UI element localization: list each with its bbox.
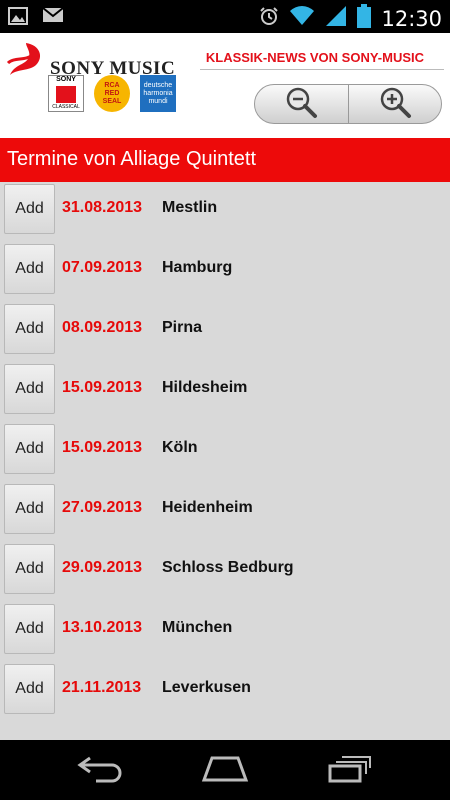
event-city: Pirna	[162, 319, 203, 336]
event-date: 08.09.2013	[62, 319, 143, 336]
event-row: Add 29.09.2013 Schloss Bedburg	[0, 542, 450, 602]
event-row: Add 07.09.2013 Hamburg	[0, 242, 450, 302]
event-city: Leverkusen	[162, 679, 251, 696]
event-row: Add 31.08.2013 Mestlin	[0, 182, 450, 242]
navigation-bar	[0, 740, 450, 800]
zoom-in-button[interactable]	[349, 85, 442, 123]
event-city: München	[162, 619, 233, 636]
event-city: Heidenheim	[162, 499, 253, 516]
status-bar: 12:30	[0, 0, 450, 33]
event-date: 27.09.2013	[62, 499, 143, 516]
clock: 12:30	[381, 6, 442, 31]
classical-label-text: CLASSICAL	[52, 104, 80, 110]
event-date: 15.09.2013	[62, 439, 143, 456]
event-row: Add 15.09.2013 Hildesheim	[0, 362, 450, 422]
add-button[interactable]: Add	[4, 364, 55, 414]
app-header: SONY MUSIC KLASSIK-NEWS VON SONY-MUSIC S…	[0, 33, 450, 138]
wifi-icon	[289, 5, 315, 32]
rca-red-seal-logo[interactable]: RCA RED SEAL	[94, 75, 130, 112]
tagline: KLASSIK-NEWS VON SONY-MUSIC	[205, 50, 424, 65]
alarm-icon	[259, 6, 279, 31]
event-row: Add 27.09.2013 Heidenheim	[0, 482, 450, 542]
add-button[interactable]: Add	[4, 184, 55, 234]
header-divider	[200, 69, 444, 70]
image-icon	[8, 6, 28, 31]
event-date: 15.09.2013	[62, 379, 143, 396]
event-row: Add 08.09.2013 Pirna	[0, 302, 450, 362]
event-date: 21.11.2013	[62, 679, 142, 696]
add-button[interactable]: Add	[4, 604, 55, 654]
event-date: 13.10.2013	[62, 619, 143, 636]
event-city: Hildesheim	[162, 379, 248, 396]
add-button[interactable]: Add	[4, 664, 55, 714]
page-title: Termine von Alliage Quintett	[7, 148, 257, 170]
back-icon[interactable]	[76, 754, 124, 789]
event-list[interactable]: Add 31.08.2013 Mestlin Add 07.09.2013 Ha…	[0, 182, 450, 740]
mail-icon	[42, 6, 64, 31]
event-row: Add 15.09.2013 Köln	[0, 422, 450, 482]
event-date: 07.09.2013	[62, 259, 143, 276]
add-button[interactable]: Add	[4, 304, 55, 354]
zoom-control	[254, 84, 442, 124]
dhm-label-text: deutsche harmonia mundi	[143, 81, 173, 105]
recent-apps-icon[interactable]	[326, 754, 374, 789]
deutsche-harmonia-mundi-logo[interactable]: deutsche harmonia mundi	[140, 75, 176, 112]
add-button[interactable]: Add	[4, 544, 55, 594]
battery-icon	[357, 4, 372, 33]
event-date: 31.08.2013	[62, 199, 143, 216]
event-city: Mestlin	[162, 199, 218, 216]
event-row: Add 13.10.2013 München	[0, 602, 450, 662]
sony-label-text: SONY	[56, 76, 76, 83]
title-bar: Termine von Alliage Quintett	[0, 138, 450, 182]
zoom-out-icon	[284, 85, 318, 123]
add-button[interactable]: Add	[4, 424, 55, 474]
sony-classical-logo[interactable]: SONY CLASSICAL	[48, 75, 84, 112]
zoom-in-icon	[378, 85, 412, 123]
add-button[interactable]: Add	[4, 484, 55, 534]
sony-music-logo-icon	[6, 39, 46, 84]
event-city: Hamburg	[162, 259, 233, 276]
zoom-out-button[interactable]	[255, 85, 348, 123]
signal-icon	[325, 5, 347, 32]
event-row: Add 21.11.2013 Leverkusen	[0, 662, 450, 722]
sony-classical-mark-icon	[56, 86, 76, 103]
event-city: Köln	[162, 439, 198, 456]
rca-label-text: RCA RED SEAL	[102, 81, 122, 105]
event-city: Schloss Bedburg	[162, 559, 294, 576]
add-button[interactable]: Add	[4, 244, 55, 294]
label-logos: SONY CLASSICAL RCA RED SEAL deutsche harmon…	[48, 75, 176, 112]
event-date: 29.09.2013	[62, 559, 143, 576]
home-icon[interactable]	[200, 754, 250, 789]
